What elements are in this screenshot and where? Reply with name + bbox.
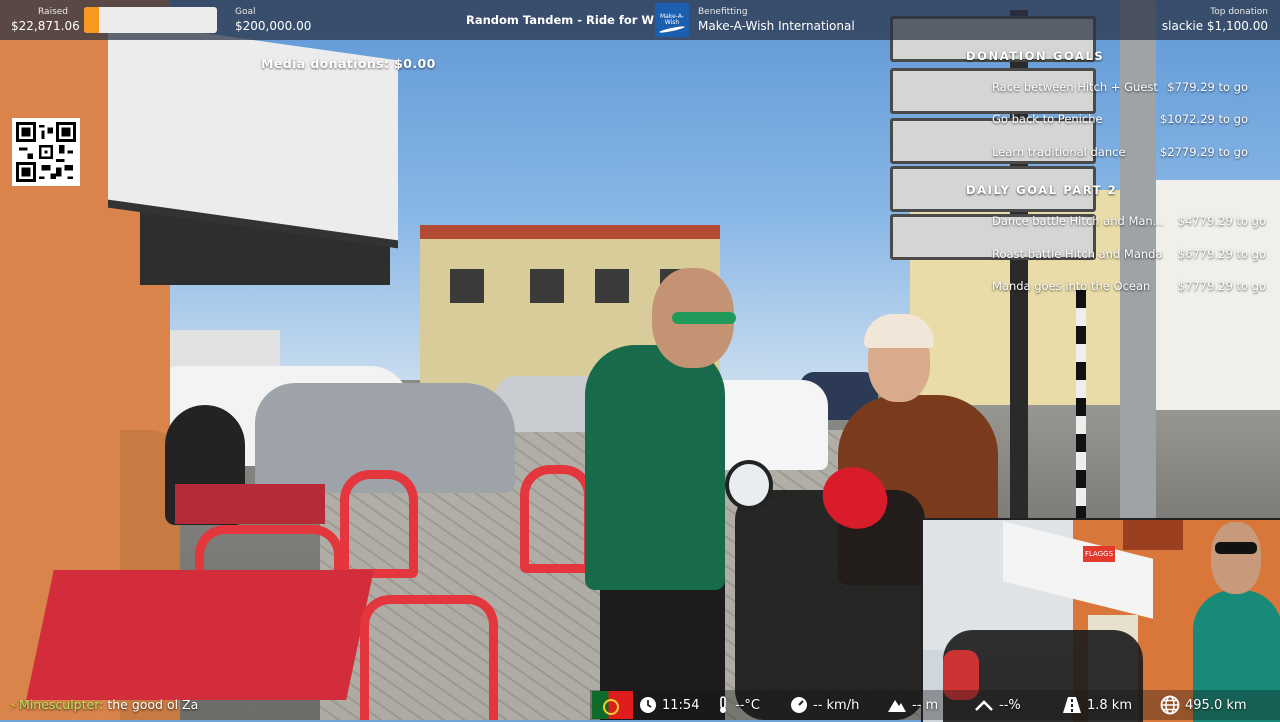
mountain-icon	[888, 700, 906, 712]
chat-username: Minesculpter:	[19, 697, 104, 712]
charity-name: Make-A-Wish International	[698, 19, 855, 33]
bike-mirror	[725, 460, 773, 510]
streamer-badge-icon: ⚡	[10, 701, 18, 712]
raised-value: $22,871.06	[11, 19, 80, 33]
goal-name: Go back to Peniche	[992, 112, 1103, 126]
incline-value: --%	[999, 697, 1021, 713]
temperature-value: --°C	[735, 697, 760, 713]
temperature-readout: --°C	[716, 696, 760, 714]
cafe-table	[26, 570, 374, 700]
goal-name: Race between Hitch + Guest	[992, 80, 1158, 94]
time-readout: 11:54	[639, 696, 699, 714]
daily-goals-header: DAILY GOAL PART 2	[966, 183, 1118, 197]
speed-value: -- km/h	[813, 697, 860, 713]
chat-text: the good ol Za	[107, 697, 199, 712]
total-distance-value: 495.0 km	[1185, 697, 1247, 713]
media-donations: Media donations: $0.00	[261, 56, 436, 71]
pip-sunglasses	[1215, 542, 1257, 554]
goal-amount: $4779.29 to go	[1177, 214, 1266, 228]
raised-progress-fill	[84, 7, 100, 33]
raised-progress-bar	[84, 7, 217, 33]
road-icon	[1063, 697, 1081, 713]
red-chair	[360, 595, 498, 720]
goal-amount: $779.29 to go	[1167, 80, 1248, 94]
bicycle	[735, 490, 925, 720]
top-donation-label: Top donation	[1210, 7, 1268, 17]
trip-distance-readout: 1.8 km	[1062, 696, 1132, 714]
goal-item: Learn traditional dance $2779.29 to go	[992, 145, 1248, 161]
speed-readout: -- km/h	[790, 696, 859, 714]
man-green-shirt	[585, 345, 725, 590]
striped-pole	[1076, 290, 1086, 520]
goal-value: $200,000.00	[235, 19, 312, 33]
goal-amount: $7779.29 to go	[1177, 279, 1266, 293]
altitude-readout: -- m	[887, 696, 938, 714]
total-distance-readout: 495.0 km	[1160, 695, 1247, 715]
goal-name: Dance battle Hitch and Man...	[992, 214, 1164, 228]
benefitting-label: Benefitting	[698, 7, 748, 17]
goal-item: Race between Hitch + Guest $779.29 to go	[992, 80, 1248, 96]
incline-icon	[975, 700, 993, 711]
time-value: 11:54	[662, 697, 700, 713]
qr-code-icon[interactable]	[12, 118, 80, 186]
goal-label: Goal	[235, 7, 256, 17]
pip-shop-sign: FLAGGS	[1083, 546, 1115, 562]
goal-item: Manda goes into the Ocean $7779.29 to go	[992, 279, 1266, 295]
pip-man-head	[1211, 522, 1261, 594]
trip-distance-value: 1.8 km	[1087, 697, 1132, 713]
altitude-value: -- m	[912, 697, 939, 713]
goal-amount: $6779.29 to go	[1177, 247, 1266, 261]
top-donation-value: slackie $1,100.00	[1161, 19, 1268, 33]
raised-label: Raised	[38, 7, 69, 17]
goal-item: Roast battle Hitch and Manda $6779.29 to…	[992, 247, 1266, 263]
portugal-flag-icon	[592, 691, 633, 719]
globe-icon	[1160, 695, 1180, 715]
red-chair	[520, 465, 593, 573]
goal-amount: $1072.29 to go	[1159, 112, 1248, 126]
goal-amount: $2779.29 to go	[1159, 145, 1248, 159]
pip-roof	[1123, 520, 1183, 550]
chat-message: ⚡ Minesculpter: the good ol Za	[10, 697, 198, 712]
donation-goals-header: DONATION GOALS	[966, 49, 1105, 63]
clock-icon	[640, 697, 656, 713]
incline-readout: --%	[974, 696, 1021, 714]
make-a-wish-logo: Make-A-Wish	[655, 3, 689, 37]
speedometer-icon	[791, 697, 807, 713]
goal-item: Go back to Peniche $1072.29 to go	[992, 112, 1248, 128]
goal-name: Roast battle Hitch and Manda	[992, 247, 1163, 261]
goal-name: Manda goes into the Ocean	[992, 279, 1151, 293]
thermometer-icon	[720, 696, 726, 713]
goal-name: Learn traditional dance	[992, 145, 1126, 159]
goal-item: Dance battle Hitch and Man... $4779.29 t…	[992, 214, 1266, 230]
green-sunglasses	[672, 312, 736, 324]
cafe-table	[175, 484, 325, 524]
red-chair	[340, 470, 418, 578]
